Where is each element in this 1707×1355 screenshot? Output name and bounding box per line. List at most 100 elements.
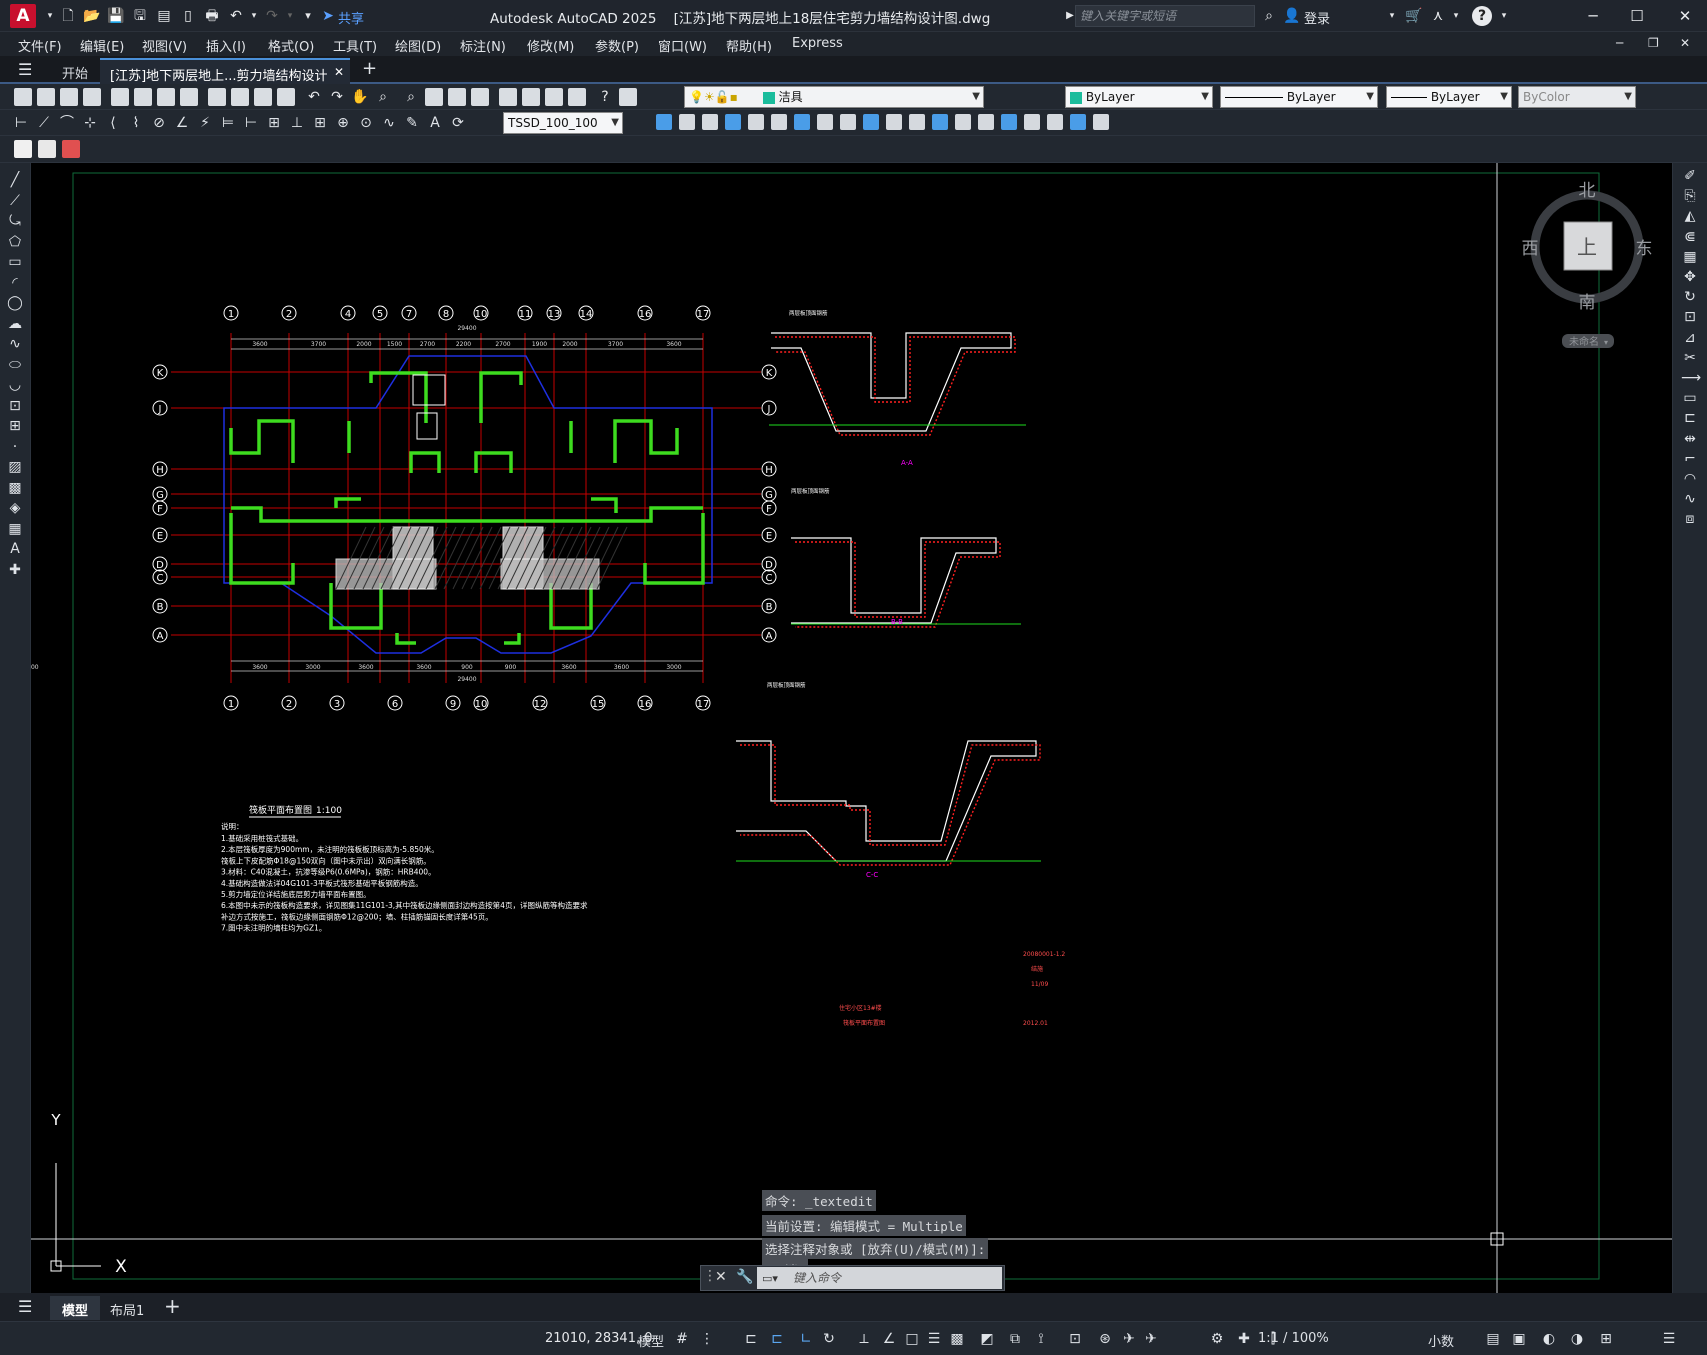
redo-icon[interactable]: ↷: [328, 88, 346, 106]
menu-modify[interactable]: 修改(M): [527, 36, 574, 55]
polygon-icon[interactable]: ⬠: [6, 233, 24, 251]
gizmo-icon[interactable]: ⊛: [1096, 1330, 1114, 1348]
menu-window[interactable]: 窗口(W): [658, 36, 707, 55]
make-block-icon[interactable]: ⊞: [6, 417, 24, 435]
tab-start[interactable]: 开始: [52, 58, 98, 84]
menu-insert[interactable]: 插入(I): [206, 36, 246, 55]
model-space-button[interactable]: 模型: [638, 1331, 664, 1350]
customize-icon[interactable]: ▾: [298, 6, 318, 26]
plot-preview-icon[interactable]: [111, 88, 129, 106]
doc-minimize-button[interactable]: ─: [1616, 36, 1623, 50]
isodraft-icon[interactable]: ⟂: [855, 1330, 873, 1348]
menu-edit[interactable]: 编辑(E): [80, 36, 124, 55]
tssd-tool-icon[interactable]: [725, 114, 741, 130]
tssd-tool-icon[interactable]: [679, 114, 695, 130]
aligned-dim-icon[interactable]: ⟋: [35, 114, 53, 132]
search-icon[interactable]: ⌕: [1259, 6, 1279, 26]
blend-icon[interactable]: ∿: [1681, 490, 1699, 508]
isolate-icon[interactable]: ◐: [1540, 1330, 1558, 1348]
menu-parametric[interactable]: 参数(P): [595, 36, 639, 55]
dynamic-input-icon[interactable]: ⊏: [768, 1330, 786, 1348]
new-tab-button[interactable]: +: [362, 58, 377, 79]
baseline-icon[interactable]: ⊨: [219, 114, 237, 132]
add-layout-button[interactable]: +: [164, 1294, 181, 1318]
snap-icon[interactable]: ⋮: [698, 1330, 716, 1348]
drawing-canvas[interactable]: 1 2 4 5 7 8 10 11 13 14 16 17 1 2 3 6 9 10 12 15 16 17 K K J J H H G…: [23, 163, 1672, 1293]
tssd-tool-icon[interactable]: [817, 114, 833, 130]
save-as-icon[interactable]: 🖫: [130, 6, 150, 26]
undo-icon[interactable]: ↶: [305, 88, 323, 106]
color-dropdown[interactable]: ByLayer ▼: [1065, 86, 1213, 108]
open-icon[interactable]: [37, 88, 55, 106]
extend-icon[interactable]: ⟶: [1681, 369, 1701, 387]
units-dropdown[interactable]: 小数: [1428, 1331, 1454, 1350]
object-track-icon[interactable]: ∠: [880, 1330, 898, 1348]
linear-dim-icon[interactable]: ⊢: [12, 114, 30, 132]
save-icon[interactable]: 💾: [106, 6, 126, 26]
break-at-point-icon[interactable]: ▭: [1681, 389, 1699, 407]
tssd-tool-icon[interactable]: [771, 114, 787, 130]
tssd-tool-icon[interactable]: [1070, 114, 1086, 130]
properties-icon[interactable]: [448, 88, 466, 106]
quick-dim-icon[interactable]: ⚡: [196, 114, 214, 132]
polyline-icon[interactable]: ⤿: [6, 212, 24, 230]
chevron-down-icon[interactable]: ▾: [40, 6, 60, 26]
menu-tools[interactable]: 工具(T): [333, 36, 377, 55]
block-editor-icon[interactable]: [277, 88, 295, 106]
tssd-layer-icon[interactable]: [62, 140, 80, 158]
match-properties-icon[interactable]: [254, 88, 272, 106]
open-folder-icon[interactable]: 📂: [82, 6, 102, 26]
compass-south[interactable]: 南: [1579, 293, 1596, 313]
tssd-tool-icon[interactable]: [955, 114, 971, 130]
tssd-tool-icon[interactable]: [886, 114, 902, 130]
calculator-icon[interactable]: [568, 88, 586, 106]
plot-icon[interactable]: [83, 88, 101, 106]
rotate-icon[interactable]: ↻: [1681, 288, 1699, 306]
tssd-edit-icon[interactable]: [14, 140, 32, 158]
auto-scale-icon[interactable]: ✈: [1142, 1330, 1160, 1348]
selection-cycle-icon[interactable]: ◩: [978, 1330, 996, 1348]
compass-east[interactable]: 东: [1636, 239, 1653, 259]
tssd-tool-icon[interactable]: [932, 114, 948, 130]
tab-layout1[interactable]: 布局1: [98, 1296, 156, 1320]
hatch-icon[interactable]: ▨: [6, 458, 24, 476]
plot-icon[interactable]: 🖶: [202, 6, 222, 26]
tssd-tool-icon[interactable]: [656, 114, 672, 130]
dimstyle-dropdown[interactable]: TSSD_100_100 ▼: [503, 112, 623, 134]
help-icon[interactable]: ?: [1472, 6, 1492, 26]
coordinate-readout[interactable]: 21010, 28341, 0: [545, 1331, 653, 1346]
lineweight-dropdown[interactable]: ByLayer ▼: [1386, 86, 1512, 108]
markup-icon[interactable]: [545, 88, 563, 106]
search-input[interactable]: 键入关键字或短语: [1075, 5, 1255, 27]
gradient-icon[interactable]: ▩: [6, 479, 24, 497]
zoom-window-icon[interactable]: ⌕: [402, 88, 420, 106]
3d-print-icon[interactable]: [157, 88, 175, 106]
dim-edit-icon[interactable]: ✎: [403, 114, 421, 132]
hamburger-icon[interactable]: ☰: [18, 1297, 32, 1316]
text-icon[interactable]: A: [6, 540, 24, 558]
erase-icon[interactable]: ✐: [1681, 167, 1699, 185]
transparency-icon[interactable]: ▩: [948, 1330, 966, 1348]
wrench-icon[interactable]: 🔧: [736, 1269, 753, 1285]
compass-west[interactable]: 西: [1522, 239, 1539, 259]
compass-north[interactable]: 北: [1579, 181, 1596, 201]
tssd-tool-icon[interactable]: [978, 114, 994, 130]
menu-dimension[interactable]: 标注(N): [460, 36, 506, 55]
redo-icon[interactable]: ↷: [262, 6, 282, 26]
user-icon[interactable]: 👤: [1282, 6, 1302, 26]
revision-cloud-icon[interactable]: ☁: [6, 315, 24, 333]
tssd-table-icon[interactable]: [38, 140, 56, 158]
stretch-icon[interactable]: ⊿: [1681, 329, 1699, 347]
doc-restore-button[interactable]: ❐: [1648, 36, 1659, 50]
osnap-icon[interactable]: □: [903, 1330, 921, 1348]
close-tab-icon[interactable]: ✕: [334, 65, 344, 79]
quick-props-icon[interactable]: ▤: [1484, 1330, 1502, 1348]
join-icon[interactable]: ⇹: [1681, 430, 1699, 448]
menu-express[interactable]: Express: [792, 36, 843, 51]
insert-block-icon[interactable]: ⊡: [6, 397, 24, 415]
fillet-icon[interactable]: ◠: [1681, 470, 1699, 488]
close-button[interactable]: ✕: [1670, 4, 1700, 28]
tssd-tool-icon[interactable]: [863, 114, 879, 130]
menu-view[interactable]: 视图(V): [142, 36, 187, 55]
copy-object-icon[interactable]: ⎘: [1681, 187, 1699, 205]
